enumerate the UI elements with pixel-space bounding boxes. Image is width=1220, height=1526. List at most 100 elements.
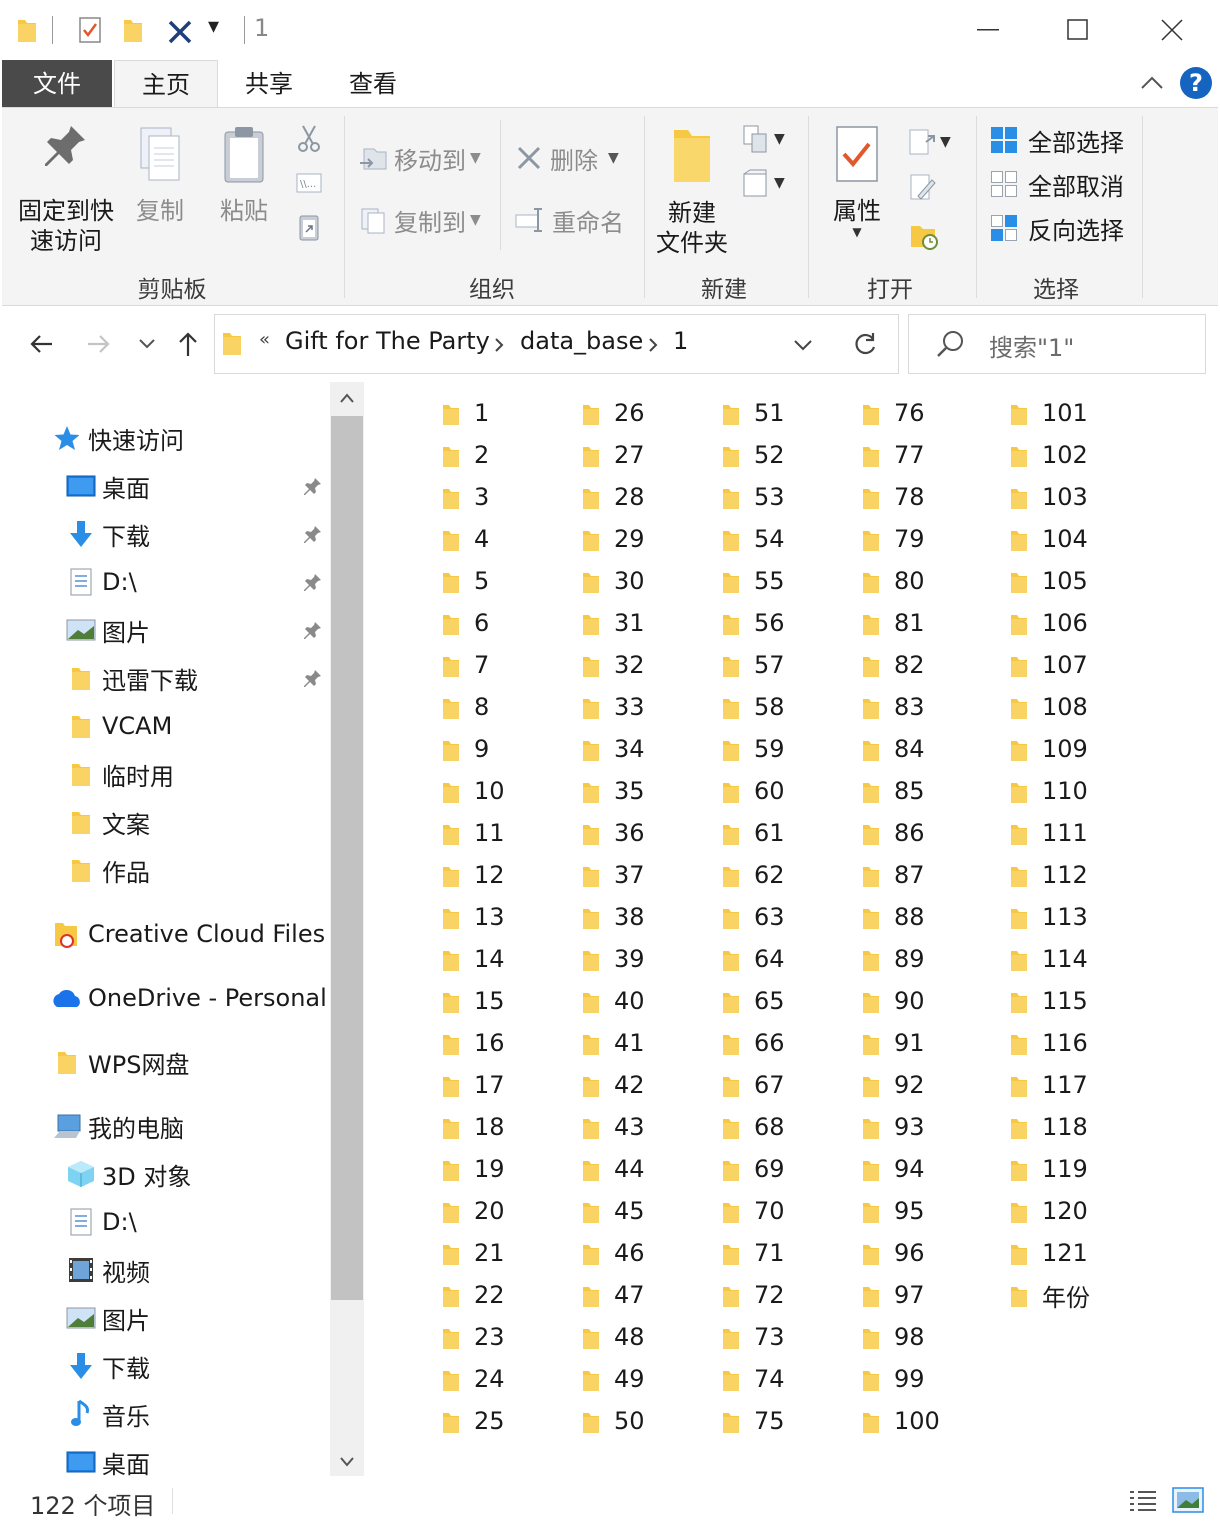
folder-item[interactable]: 66 — [722, 1022, 785, 1064]
nav-item[interactable]: 图片 — [66, 1294, 150, 1342]
folder-item[interactable]: 27 — [582, 434, 645, 476]
breadcrumb-data-base[interactable]: data_base — [520, 327, 643, 355]
refresh-button[interactable] — [832, 314, 899, 374]
folder-item[interactable]: 113 — [1010, 896, 1088, 938]
folder-item[interactable]: 70 — [722, 1190, 785, 1232]
folder-item[interactable]: 2 — [442, 434, 489, 476]
folder-item[interactable]: 80 — [862, 560, 925, 602]
easy-access-button[interactable]: ▼ — [740, 168, 792, 198]
folder-item[interactable]: 18 — [442, 1106, 505, 1148]
rename-button[interactable]: 重命名 — [514, 200, 638, 240]
tab-home[interactable]: 主页 — [114, 60, 218, 109]
folder-item[interactable]: 102 — [1010, 434, 1088, 476]
folder-item[interactable]: 22 — [442, 1274, 505, 1316]
folder-item[interactable]: 118 — [1010, 1106, 1088, 1148]
folder-item[interactable]: 39 — [582, 938, 645, 980]
new-item-button[interactable]: ▼ — [740, 124, 792, 154]
nav-item[interactable]: 下载 — [66, 1342, 150, 1390]
new-folder-icon[interactable] — [122, 16, 144, 44]
folder-item[interactable]: 101 — [1010, 392, 1088, 434]
folder-item[interactable]: 6 — [442, 602, 489, 644]
folder-item[interactable]: 21 — [442, 1232, 505, 1274]
folder-item[interactable]: 67 — [722, 1064, 785, 1106]
folder-item[interactable]: 60 — [722, 770, 785, 812]
folder-item[interactable]: 95 — [862, 1190, 925, 1232]
folder-item[interactable]: 52 — [722, 434, 785, 476]
folder-item[interactable]: 10 — [442, 770, 505, 812]
copy-to-button[interactable]: 复制到 ▼ — [358, 200, 490, 240]
folder-item[interactable]: 73 — [722, 1316, 785, 1358]
pin-icon[interactable] — [302, 475, 324, 497]
search-box[interactable]: 搜索"1" — [908, 314, 1206, 374]
tab-file[interactable]: 文件 — [2, 60, 112, 108]
open-button[interactable]: ▼ — [906, 124, 960, 160]
pin-icon[interactable] — [302, 667, 324, 689]
pin-icon[interactable] — [302, 619, 324, 641]
invert-selection-button[interactable]: 反向选择 — [990, 210, 1124, 246]
nav-creative-cloud[interactable]: Creative Cloud Files — [52, 910, 325, 958]
details-view-icon[interactable] — [1128, 1488, 1158, 1514]
folder-item[interactable]: 61 — [722, 812, 785, 854]
folder-item[interactable]: 99 — [862, 1358, 925, 1400]
nav-item[interactable]: 视频 — [66, 1246, 150, 1294]
folder-item[interactable]: 12 — [442, 854, 505, 896]
hidden-path-chevron[interactable]: « — [259, 329, 270, 350]
nav-quick-access[interactable]: 快速访问 — [52, 414, 184, 462]
folder-item[interactable]: 35 — [582, 770, 645, 812]
folder-item[interactable]: 34 — [582, 728, 645, 770]
folder-item[interactable]: 3 — [442, 476, 489, 518]
folder-item[interactable]: 40 — [582, 980, 645, 1022]
pin-quick-access-button[interactable]: 固定到快 速访问 — [14, 120, 118, 260]
close-button[interactable] — [1126, 0, 1218, 60]
breadcrumb-separator-icon[interactable] — [493, 337, 505, 353]
folder-item[interactable]: 98 — [862, 1316, 925, 1358]
folder-item[interactable]: 76 — [862, 392, 925, 434]
folder-item[interactable]: 36 — [582, 812, 645, 854]
folder-item[interactable]: 117 — [1010, 1064, 1088, 1106]
folder-item[interactable]: 110 — [1010, 770, 1088, 812]
folder-item[interactable]: 88 — [862, 896, 925, 938]
quick-access-dropdown-icon[interactable]: ▾ — [208, 14, 219, 39]
delete-button[interactable]: 删除 ▼ — [514, 138, 638, 178]
paste-shortcut-icon[interactable] — [298, 212, 320, 242]
properties-button[interactable]: 属性 ▼ — [824, 124, 890, 264]
nav-scrollbar-thumb[interactable] — [331, 416, 363, 1300]
up-arrow-icon[interactable] — [176, 330, 200, 358]
folder-item[interactable]: 28 — [582, 476, 645, 518]
folder-item[interactable]: 81 — [862, 602, 925, 644]
folder-item[interactable]: 49 — [582, 1358, 645, 1400]
folder-item[interactable]: 94 — [862, 1148, 925, 1190]
folder-item[interactable]: 104 — [1010, 518, 1088, 560]
folder-item[interactable]: 106 — [1010, 602, 1088, 644]
nav-item[interactable]: VCAM — [66, 702, 172, 750]
cut-icon[interactable] — [296, 124, 322, 154]
folder-item[interactable]: 91 — [862, 1022, 925, 1064]
folder-item[interactable]: 111 — [1010, 812, 1088, 854]
nav-item[interactable]: 桌面 — [66, 462, 150, 510]
folder-item[interactable]: 79 — [862, 518, 925, 560]
folder-item[interactable]: 105 — [1010, 560, 1088, 602]
new-folder-button[interactable]: 新建 文件夹 — [650, 124, 734, 264]
copy-button[interactable]: 复制 — [130, 124, 190, 234]
folder-item[interactable]: 108 — [1010, 686, 1088, 728]
folder-item[interactable]: 71 — [722, 1232, 785, 1274]
folder-item[interactable]: 72 — [722, 1274, 785, 1316]
folder-item[interactable]: 23 — [442, 1316, 505, 1358]
folder-item[interactable]: 115 — [1010, 980, 1088, 1022]
folder-item[interactable]: 103 — [1010, 476, 1088, 518]
folder-item[interactable]: 16 — [442, 1022, 505, 1064]
folder-item[interactable]: 62 — [722, 854, 785, 896]
recent-locations-chevron-icon[interactable] — [138, 338, 156, 350]
folder-item[interactable]: 112 — [1010, 854, 1088, 896]
nav-item[interactable]: 图片 — [66, 606, 150, 654]
large-icons-view-icon[interactable] — [1172, 1486, 1204, 1514]
delete-x-icon[interactable] — [166, 18, 194, 46]
nav-item[interactable]: 3D 对象 — [66, 1150, 191, 1198]
folder-item[interactable]: 37 — [582, 854, 645, 896]
folder-item[interactable]: 87 — [862, 854, 925, 896]
edit-icon[interactable] — [908, 172, 938, 204]
folder-item[interactable]: 41 — [582, 1022, 645, 1064]
select-none-button[interactable]: 全部取消 — [990, 166, 1124, 202]
folder-item[interactable]: 33 — [582, 686, 645, 728]
folder-item[interactable]: 83 — [862, 686, 925, 728]
